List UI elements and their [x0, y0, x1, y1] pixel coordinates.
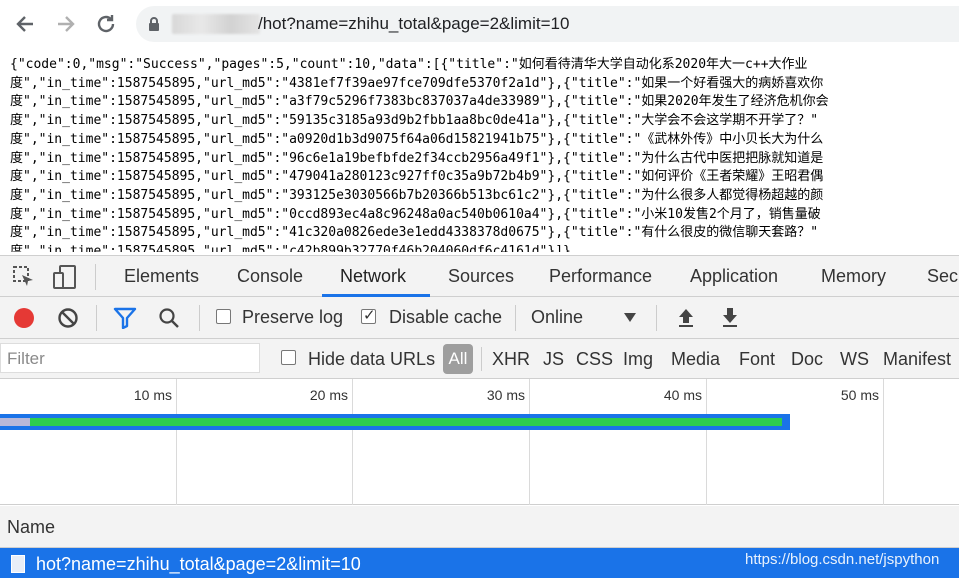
type-filter-font[interactable]: Font	[739, 349, 775, 370]
type-filter-ws[interactable]: WS	[840, 349, 869, 370]
tab-application[interactable]: Application	[690, 266, 778, 287]
json-line: 度","in_time":1587545895,"url_md5":"59135…	[10, 113, 819, 129]
timeline-overview[interactable]: 10 ms 20 ms 30 ms 40 ms 50 ms	[0, 379, 959, 505]
type-filter-doc[interactable]: Doc	[791, 349, 823, 370]
redacted-host	[172, 14, 260, 34]
export-har-icon[interactable]	[720, 306, 740, 328]
address-bar[interactable]: /hot?name=zhihu_total&page=2&limit=10	[136, 6, 959, 42]
waiting-ttfb-bar	[30, 418, 782, 426]
inspect-element-icon[interactable]	[12, 265, 36, 289]
filter-icon[interactable]	[113, 307, 137, 329]
filter-input[interactable]: Filter	[0, 343, 260, 373]
type-filter-media[interactable]: Media	[671, 349, 720, 370]
type-filter-css[interactable]: CSS	[576, 349, 613, 370]
arrow-left-icon	[16, 16, 33, 32]
divider	[199, 305, 200, 331]
clear-icon[interactable]	[57, 307, 79, 329]
record-icon[interactable]	[13, 307, 35, 329]
tab-console[interactable]: Console	[237, 266, 303, 287]
tick-label: 50 ms	[840, 387, 879, 403]
network-toolbar: Preserve log Disable cache Online	[0, 297, 959, 339]
tab-security[interactable]: Sec	[927, 266, 958, 287]
request-name: hot?name=zhihu_total&page=2&limit=10	[36, 554, 361, 574]
hide-data-urls-label: Hide data URLs	[308, 349, 436, 369]
divider	[95, 264, 96, 290]
request-row[interactable]: hot?name=zhihu_total&page=2&limit=10 htt…	[0, 548, 959, 578]
grid-line	[529, 379, 530, 505]
json-line: 度","in_time":1587545895,"url_md5":"41c32…	[10, 225, 819, 241]
json-line: 度","in_time":1587545895,"url_md5":"4381e…	[10, 75, 824, 91]
divider	[481, 347, 482, 371]
divider	[656, 305, 657, 331]
json-line: 度","in_time":1587545895,"url_md5":"c42b8…	[10, 244, 571, 252]
watermark-text: https://blog.csdn.net/jspython	[745, 551, 940, 568]
json-response-body: {"code":0,"msg":"Success","pages":5,"cou…	[10, 56, 959, 252]
requests-table-header: Name	[0, 506, 959, 548]
back-button[interactable]	[11, 10, 39, 38]
disable-cache-checkbox[interactable]	[361, 306, 376, 324]
tab-elements[interactable]: Elements	[124, 266, 199, 287]
grid-line	[706, 379, 707, 505]
json-line: 度","in_time":1587545895,"url_md5":"39312…	[10, 187, 824, 203]
grid-line	[883, 379, 884, 505]
tab-performance[interactable]: Performance	[549, 266, 652, 287]
disable-cache-label: Disable cache	[389, 307, 503, 327]
type-filter-img[interactable]: Img	[623, 349, 653, 370]
divider	[96, 305, 97, 331]
tab-memory[interactable]: Memory	[821, 266, 886, 287]
search-icon[interactable]	[158, 307, 180, 329]
type-filter-all[interactable]: All	[443, 344, 473, 374]
json-line: 度","in_time":1587545895,"url_md5":"a0920…	[10, 131, 824, 147]
tab-network[interactable]: Network	[340, 266, 406, 287]
column-name-header[interactable]: Name	[7, 517, 55, 538]
document-icon	[11, 555, 25, 573]
tick-label: 20 ms	[309, 387, 348, 403]
tick-label: 30 ms	[486, 387, 525, 403]
queueing-bar	[0, 418, 30, 426]
preserve-log-label: Preserve log	[242, 307, 344, 327]
json-line: 度","in_time":1587545895,"url_md5":"47904…	[10, 169, 824, 185]
tick-label: 40 ms	[663, 387, 702, 403]
type-filter-js[interactable]: JS	[543, 349, 564, 370]
filter-bar: Filter Hide data URLs All XHR JS CSS Img…	[0, 339, 959, 379]
chevron-down-icon	[624, 313, 636, 322]
json-line: {"code":0,"msg":"Success","pages":5,"cou…	[10, 57, 808, 72]
json-line: 度","in_time":1587545895,"url_md5":"a3f79…	[10, 94, 829, 110]
filter-placeholder: Filter	[7, 349, 45, 368]
hide-data-urls-checkbox[interactable]	[281, 350, 296, 365]
arrow-right-icon	[58, 16, 75, 32]
browser-toolbar: /hot?name=zhihu_total&page=2&limit=10	[0, 0, 959, 48]
device-toolbar-icon[interactable]	[52, 264, 78, 290]
grid-line	[352, 379, 353, 505]
import-har-icon[interactable]	[676, 306, 696, 328]
forward-button[interactable]	[52, 10, 80, 38]
tick-label: 10 ms	[133, 387, 172, 403]
throttling-select[interactable]: Online	[531, 307, 583, 328]
json-line: 度","in_time":1587545895,"url_md5":"96c6e…	[10, 150, 824, 166]
type-filter-manifest[interactable]: Manifest	[883, 349, 951, 370]
divider	[515, 305, 516, 331]
json-line: 度","in_time":1587545895,"url_md5":"0ccd8…	[10, 206, 821, 222]
grid-line	[176, 379, 177, 505]
preserve-log-checkbox[interactable]	[216, 309, 231, 324]
tab-sources[interactable]: Sources	[448, 266, 514, 287]
type-filter-xhr[interactable]: XHR	[492, 349, 530, 370]
reload-icon	[97, 15, 115, 33]
reload-button[interactable]	[92, 10, 120, 38]
url-text: /hot?name=zhihu_total&page=2&limit=10	[258, 14, 570, 33]
devtools-tabbar: Elements Console Network Sources Perform…	[0, 255, 959, 297]
lock-icon	[149, 17, 159, 31]
